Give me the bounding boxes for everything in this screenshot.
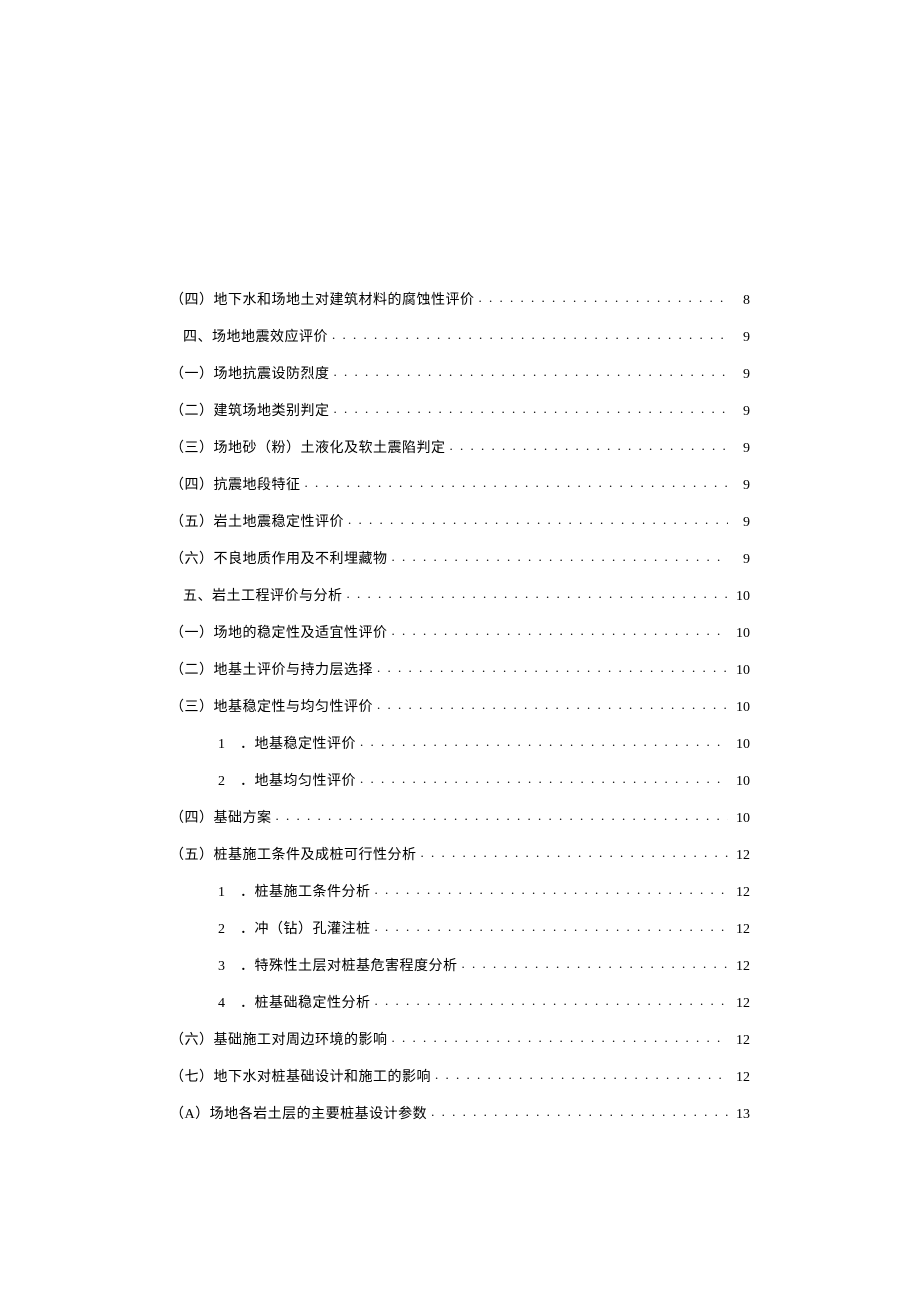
toc-page-number: 12	[732, 1071, 750, 1085]
toc-leader	[377, 697, 728, 711]
toc-label: 2 ．冲（钻）孔灌注桩	[218, 923, 371, 937]
toc-entry: （五）岩土地震稳定性评价 9	[170, 512, 750, 530]
toc-entry: （二）建筑场地类别判定 9	[170, 401, 750, 419]
toc-entry: （七）地下水对桩基础设计和施工的影响 12	[170, 1067, 750, 1085]
toc-label: （A）场地各岩土层的主要桩基设计参数	[170, 1108, 427, 1122]
toc-entry: 4 ．桩基础稳定性分析 12	[170, 993, 750, 1011]
toc-leader	[377, 660, 728, 674]
toc-label: （三）地基稳定性与均匀性评价	[170, 701, 373, 715]
toc-page-number: 10	[732, 627, 750, 641]
toc-leader	[360, 734, 728, 748]
toc-label: 1 ．地基稳定性评价	[218, 738, 356, 752]
toc-leader	[462, 956, 729, 970]
toc-leader	[392, 623, 729, 637]
toc-page-number: 12	[732, 997, 750, 1011]
toc-leader	[375, 919, 729, 933]
toc-leader	[305, 475, 729, 489]
toc-entry: 1 ．地基稳定性评价 10	[170, 734, 750, 752]
toc-label: （二）建筑场地类别判定	[170, 405, 330, 419]
toc-entry: （一）场地抗震设防烈度 9	[170, 364, 750, 382]
toc-leader	[276, 808, 729, 822]
toc-page-number: 9	[732, 553, 750, 567]
toc-page-number: 10	[732, 738, 750, 752]
toc-leader	[435, 1067, 728, 1081]
toc-entry: （四）抗震地段特征 9	[170, 475, 750, 493]
toc-page-number: 10	[732, 664, 750, 678]
toc-page-number: 12	[732, 886, 750, 900]
toc-entry: （四）地下水和场地土对建筑材料的腐蚀性评价 8	[170, 290, 750, 308]
toc-label: （三）场地砂（粉）土液化及软土震陷判定	[170, 442, 446, 456]
toc-leader	[375, 882, 729, 896]
toc-entry: 3 ．特殊性土层对桩基危害程度分析 12	[170, 956, 750, 974]
toc-label: （五）桩基施工条件及成桩可行性分析	[170, 849, 417, 863]
toc-entry: 五、岩土工程评价与分析 10	[170, 586, 750, 604]
toc-entry: （三）场地砂（粉）土液化及软土震陷判定 9	[170, 438, 750, 456]
toc-page-number: 9	[732, 479, 750, 493]
toc-page-number: 13	[732, 1108, 750, 1122]
toc-leader	[450, 438, 729, 452]
toc-entry: （二）地基土评价与持力层选择 10	[170, 660, 750, 678]
toc-label: （七）地下水对桩基础设计和施工的影响	[170, 1071, 431, 1085]
toc-entry: （六）不良地质作用及不利埋藏物 9	[170, 549, 750, 567]
toc-entry: （六）基础施工对周边环境的影响 12	[170, 1030, 750, 1048]
toc-label: 四、场地地震效应评价	[183, 331, 328, 345]
toc-page-number: 12	[732, 960, 750, 974]
toc-entry: （一）场地的稳定性及适宜性评价 10	[170, 623, 750, 641]
toc-page-number: 10	[732, 812, 750, 826]
toc-leader	[431, 1104, 728, 1118]
toc-page-number: 10	[732, 590, 750, 604]
toc-page-number: 9	[732, 368, 750, 382]
toc-page-number: 10	[732, 775, 750, 789]
toc-entry: 2 ．冲（钻）孔灌注桩 12	[170, 919, 750, 937]
toc-label: （一）场地抗震设防烈度	[170, 368, 330, 382]
toc-entry: （三）地基稳定性与均匀性评价 10	[170, 697, 750, 715]
toc-page-number: 12	[732, 849, 750, 863]
toc-leader	[479, 290, 729, 304]
toc-entry: （五）桩基施工条件及成桩可行性分析 12	[170, 845, 750, 863]
toc-label: 五、岩土工程评价与分析	[183, 590, 343, 604]
toc-page-number: 9	[732, 331, 750, 345]
toc-entry: 1 ．桩基施工条件分析 12	[170, 882, 750, 900]
toc-page-number: 9	[732, 442, 750, 456]
toc-leader	[334, 401, 729, 415]
toc-leader	[375, 993, 729, 1007]
toc-leader	[421, 845, 729, 859]
toc-leader	[392, 1030, 729, 1044]
toc-page-number: 10	[732, 701, 750, 715]
toc-page-number: 8	[732, 294, 750, 308]
toc-label: （六）不良地质作用及不利埋藏物	[170, 553, 388, 567]
toc-entry: （A）场地各岩土层的主要桩基设计参数 13	[170, 1104, 750, 1122]
toc-label: 2 ．地基均匀性评价	[218, 775, 356, 789]
toc-page-number: 9	[732, 405, 750, 419]
toc-leader	[347, 586, 729, 600]
toc-entry: （四）基础方案 10	[170, 808, 750, 826]
toc-label: （五）岩土地震稳定性评价	[170, 516, 344, 530]
toc-label: （一）场地的稳定性及适宜性评价	[170, 627, 388, 641]
toc-label: 1 ．桩基施工条件分析	[218, 886, 371, 900]
toc-label: （四）地下水和场地土对建筑材料的腐蚀性评价	[170, 294, 475, 308]
toc-entry: 2 ．地基均匀性评价 10	[170, 771, 750, 789]
toc-page-number: 12	[732, 1034, 750, 1048]
toc-leader	[348, 512, 728, 526]
toc-label: （四）抗震地段特征	[170, 479, 301, 493]
toc-label: 3 ．特殊性土层对桩基危害程度分析	[218, 960, 458, 974]
toc-leader	[334, 364, 729, 378]
toc-label: （六）基础施工对周边环境的影响	[170, 1034, 388, 1048]
toc-page: （四）地下水和场地土对建筑材料的腐蚀性评价 8 四、场地地震效应评价 9 （一）…	[0, 0, 920, 1122]
toc-leader	[392, 549, 729, 563]
toc-leader	[360, 771, 728, 785]
toc-label: 4 ．桩基础稳定性分析	[218, 997, 371, 1011]
toc-leader	[332, 327, 728, 341]
toc-page-number: 9	[732, 516, 750, 530]
toc-label: （四）基础方案	[170, 812, 272, 826]
toc-page-number: 12	[732, 923, 750, 937]
toc-label: （二）地基土评价与持力层选择	[170, 664, 373, 678]
toc-entry: 四、场地地震效应评价 9	[170, 327, 750, 345]
